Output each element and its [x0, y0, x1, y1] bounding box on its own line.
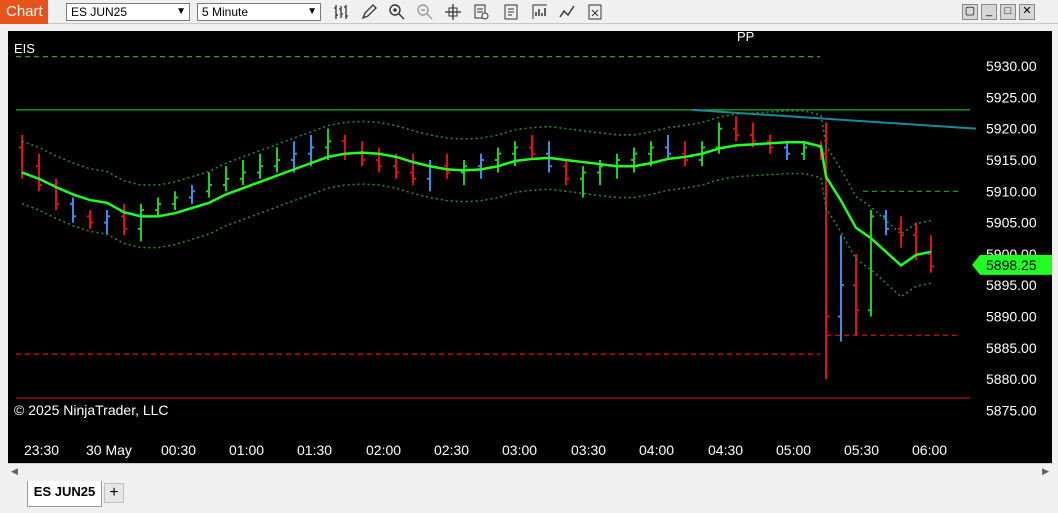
- time-axis-label: 02:30: [434, 442, 469, 458]
- price-axis-label: 5910.00: [986, 183, 1037, 199]
- time-axis-label: 04:00: [639, 442, 674, 458]
- restore-icon[interactable]: ▢: [962, 4, 978, 20]
- price-axis-label: 5890.00: [986, 309, 1037, 325]
- chevron-down-icon: ▼: [176, 6, 186, 17]
- instrument-value: ES JUN25: [71, 5, 128, 19]
- price-axis-label: 5905.00: [986, 215, 1037, 231]
- drawing-tool-icon[interactable]: [359, 2, 379, 22]
- time-axis-label: 03:30: [571, 442, 606, 458]
- time-axis-label: 05:30: [844, 442, 879, 458]
- copyright-text: © 2025 NinjaTrader, LLC: [14, 402, 169, 418]
- trend-line: [691, 108, 977, 130]
- scroll-right-icon[interactable]: ▶: [1042, 466, 1049, 477]
- scroll-left-icon[interactable]: ◀: [11, 466, 18, 477]
- tab-es-jun25[interactable]: ES JUN25: [27, 481, 102, 507]
- strategies-icon[interactable]: [557, 2, 577, 22]
- time-axis-label: 01:30: [297, 442, 332, 458]
- price-axis-label: 5880.00: [986, 371, 1037, 387]
- pivot-label: PP: [737, 31, 754, 44]
- time-axis-label: 04:30: [708, 442, 743, 458]
- lower-band-line: [21, 172, 932, 298]
- maximize-button[interactable]: □: [1000, 4, 1016, 20]
- chart-window-label[interactable]: Chart: [0, 0, 48, 24]
- timeframe-value: 5 Minute: [202, 5, 249, 19]
- close-button[interactable]: ✕: [1019, 4, 1035, 20]
- time-axis-label: 00:30: [161, 442, 196, 458]
- horizontal-scrollbar[interactable]: ◀ ▶: [8, 463, 1052, 477]
- price-chart[interactable]: EIS PP © 2025 NinjaTrader, LLC 5930.00 5925.…: [8, 31, 1052, 463]
- time-axis-label: 02:00: [366, 442, 401, 458]
- zoom-in-icon[interactable]: [387, 2, 407, 22]
- price-axis-label: 5915.00: [986, 152, 1037, 168]
- timeframe-selector[interactable]: 5 Minute ▼: [197, 3, 321, 21]
- chart-toolbar: Chart ES JUN25 ▼ 5 Minute ▼ ▢ _ □ ✕: [0, 0, 1058, 24]
- price-axis-label: 5925.00: [986, 89, 1037, 105]
- symbol-label: EIS: [14, 41, 35, 56]
- bar-type-icon[interactable]: [331, 2, 351, 22]
- chart-tab-bar: ES JUN25 +: [0, 479, 1058, 513]
- price-axis-label: 5885.00: [986, 340, 1037, 356]
- price-axis-label: 5920.00: [986, 121, 1037, 137]
- price-axis-label: 5895.00: [986, 277, 1037, 293]
- time-axis-label: 30 May: [86, 442, 132, 458]
- data-box-icon[interactable]: [471, 2, 491, 22]
- price-axis-label: 5875.00: [986, 402, 1037, 418]
- price-axis-label: 5930.00: [986, 58, 1037, 74]
- instrument-selector[interactable]: ES JUN25 ▼: [66, 3, 190, 21]
- chart-panel[interactable]: EIS PP © 2025 NinjaTrader, LLC 5930.00 5925.…: [8, 31, 1052, 463]
- time-axis-label: 06:00: [912, 442, 947, 458]
- time-axis-label: 03:00: [502, 442, 537, 458]
- zoom-out-icon[interactable]: [415, 2, 435, 22]
- current-price-value: 5898.25: [986, 257, 1037, 273]
- properties-icon[interactable]: [501, 2, 521, 22]
- templates-icon[interactable]: [585, 2, 605, 22]
- chevron-down-icon: ▼: [307, 6, 317, 17]
- add-tab-button[interactable]: +: [104, 483, 124, 503]
- indicators-icon[interactable]: [530, 2, 550, 22]
- time-axis-label: 23:30: [24, 442, 59, 458]
- crosshair-icon[interactable]: [443, 2, 463, 22]
- time-axis-label: 05:00: [776, 442, 811, 458]
- time-axis-label: 01:00: [229, 442, 264, 458]
- minimize-button[interactable]: _: [981, 4, 997, 20]
- ninjatrader-chart-window: Chart ES JUN25 ▼ 5 Minute ▼ ▢ _ □ ✕ EIS …: [0, 0, 1058, 513]
